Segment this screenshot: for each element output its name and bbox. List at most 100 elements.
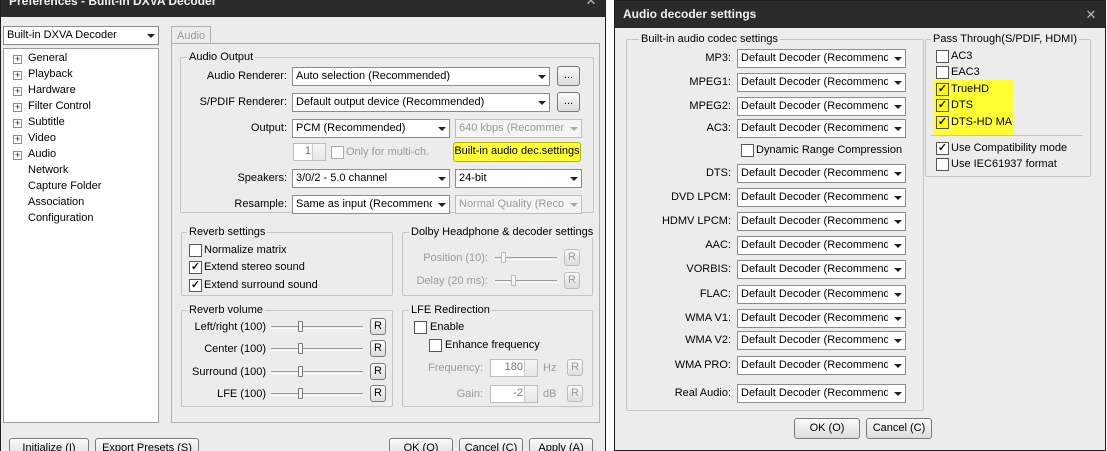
output-select[interactable]: PCM (Recommended) [292, 119, 450, 138]
expand-icon[interactable]: + [13, 55, 22, 64]
codec-label-real-audio: Real Audio: [674, 387, 731, 399]
position-reset-button[interactable]: R [564, 249, 580, 266]
tree-item-association[interactable]: Association [28, 196, 84, 208]
multich-spinner[interactable]: 1 [293, 143, 326, 161]
volume-surround-reset-button[interactable]: R [370, 363, 386, 380]
delay-label: Delay (20 ms): [416, 275, 488, 287]
quality-select[interactable]: Normal Quality (Reco [455, 195, 582, 214]
expand-icon[interactable]: + [13, 71, 22, 80]
iec-format-checkbox[interactable] [936, 158, 949, 171]
tab-audio[interactable]: Audio [171, 26, 212, 44]
codec-decoder-select-dvd-lpcm[interactable]: Default Decoder (Recommende [737, 188, 906, 207]
codec-decoder-select-real-audio[interactable]: Default Decoder (Recommende [737, 384, 906, 403]
volume-surround-slider[interactable] [271, 371, 363, 374]
codec-decoder-select-ac3[interactable]: Default Decoder (Recommende [737, 119, 906, 138]
bit-depth-select[interactable]: 24-bit [455, 169, 582, 188]
expand-icon[interactable]: + [13, 151, 22, 160]
export-presets-button[interactable]: Export Presets (S) [95, 438, 199, 451]
tree-item-video[interactable]: Video [28, 132, 56, 144]
tree-item-audio[interactable]: Audio [28, 148, 56, 160]
chevron-down-icon [890, 357, 905, 374]
volume-left-right-thumb[interactable] [298, 321, 303, 332]
speakers-select[interactable]: 3/0/2 - 5.0 channel [292, 169, 450, 188]
codec-label-aac: AAC: [705, 239, 731, 251]
ok-button[interactable]: OK (O) [389, 438, 453, 451]
pt-truehd-checkbox[interactable] [936, 83, 949, 96]
volume-center-reset-button[interactable]: R [370, 340, 386, 357]
drc-checkbox[interactable] [741, 144, 754, 157]
tree-item-general[interactable]: General [28, 52, 67, 64]
codec-decoder-select-wma-v2[interactable]: Default Decoder (Recommende [737, 331, 906, 350]
close-icon[interactable] [1085, 9, 1097, 21]
audio-decoder-window: Audio decoder settings Built-in audio co… [614, 0, 1106, 451]
volume-left-right-slider[interactable] [271, 326, 363, 329]
delay-slider-thumb[interactable] [511, 275, 516, 286]
codec-decoder-select-dts[interactable]: Default Decoder (Recommende [737, 164, 906, 183]
volume-center-label: Center (100) [204, 343, 266, 355]
normalize-matrix-checkbox[interactable] [189, 244, 202, 257]
codec-decoder-select-mpeg1[interactable]: Default Decoder (Recommende [737, 73, 906, 92]
extend-stereo-checkbox[interactable] [189, 261, 202, 274]
resample-label: Resample: [234, 198, 287, 210]
volume-lfe-reset-button[interactable]: R [370, 385, 386, 402]
pt-dts-checkbox[interactable] [936, 99, 949, 112]
bitrate-select[interactable]: 640 kbps (Recommen [455, 119, 582, 138]
volume-left-right-reset-button[interactable]: R [370, 318, 386, 335]
lfe-enable-checkbox[interactable] [414, 321, 427, 334]
enhance-frequency-checkbox[interactable] [429, 339, 442, 352]
codec-decoder-select-aac[interactable]: Default Decoder (Recommende [737, 236, 906, 255]
apply-button[interactable]: Apply (A) [529, 438, 593, 451]
gain-reset-button[interactable]: R [567, 385, 583, 402]
expand-icon[interactable]: + [13, 87, 22, 96]
builtin-audio-settings-button[interactable]: Built-in audio dec.settings [453, 142, 581, 162]
volume-lfe-slider[interactable] [271, 393, 363, 396]
decoder-cancel-button[interactable]: Cancel (C) [866, 418, 932, 439]
decoder-ok-button[interactable]: OK (O) [794, 418, 860, 439]
lfe-title: LFE Redirection [409, 304, 492, 316]
codec-decoder-select-mpeg2[interactable]: Default Decoder (Recommende [737, 97, 906, 116]
expand-icon[interactable]: + [13, 135, 22, 144]
tree-item-configuration[interactable]: Configuration [28, 212, 93, 224]
codec-decoder-select-mp3[interactable]: Default Decoder (Recommende [737, 49, 906, 68]
pt-dtshd-checkbox[interactable] [936, 116, 949, 129]
preferences-title-bar: Preferences - Built-in DXVA Decoder [1, 0, 605, 17]
close-icon[interactable] [585, 0, 597, 7]
spdif-renderer-select[interactable]: Default output device (Recommended) [292, 93, 550, 112]
volume-center-slider[interactable] [271, 348, 363, 351]
volume-center-thumb[interactable] [298, 343, 303, 354]
expand-icon[interactable]: + [13, 119, 22, 128]
compat-mode-checkbox[interactable] [936, 142, 949, 155]
codec-decoder-select-wma-v1[interactable]: Default Decoder (Recommende [737, 309, 906, 328]
pt-ac3-checkbox[interactable] [936, 50, 949, 63]
codec-decoder-select-wma-pro[interactable]: Default Decoder (Recommende [737, 356, 906, 375]
only-multich-checkbox[interactable] [331, 146, 344, 159]
tree-item-network[interactable]: Network [28, 164, 68, 176]
codec-decoder-select-hdmv-lpcm[interactable]: Default Decoder (Recommende [737, 212, 906, 231]
audio-renderer-browse-button[interactable]: ... [557, 66, 580, 86]
position-slider-thumb[interactable] [501, 252, 506, 263]
codec-decoder-select-flac[interactable]: Default Decoder (Recommende [737, 285, 906, 304]
delay-reset-button[interactable]: R [564, 272, 580, 289]
volume-surround-thumb[interactable] [298, 366, 303, 377]
cancel-button[interactable]: Cancel (C) [459, 438, 523, 451]
reverb-volume-title: Reverb volume [187, 304, 265, 316]
extend-surround-checkbox[interactable] [189, 279, 202, 292]
gain-spinner[interactable]: -2 [490, 385, 538, 403]
tree-item-subtitle[interactable]: Subtitle [28, 116, 65, 128]
pt-eac3-checkbox[interactable] [936, 66, 949, 79]
frequency-reset-button[interactable]: R [567, 359, 583, 376]
decoder-select[interactable]: Built-in DXVA Decoder [3, 26, 159, 45]
tree-item-capture-folder[interactable]: Capture Folder [28, 180, 101, 192]
codec-decoder-select-vorbis[interactable]: Default Decoder (Recommende [737, 260, 906, 279]
expand-icon[interactable]: + [13, 103, 22, 112]
delay-slider[interactable] [495, 280, 557, 283]
tree-item-hardware[interactable]: Hardware [28, 84, 76, 96]
resample-select[interactable]: Same as input (Recommende [292, 195, 450, 214]
tree-item-playback[interactable]: Playback [28, 68, 73, 80]
spdif-renderer-browse-button[interactable]: ... [557, 92, 580, 112]
initialize-button[interactable]: Initialize (I) [9, 438, 89, 451]
frequency-spinner[interactable]: 180 [490, 359, 538, 377]
tree-item-filter-control[interactable]: Filter Control [28, 100, 91, 112]
volume-lfe-thumb[interactable] [298, 388, 303, 399]
audio-renderer-select[interactable]: Auto selection (Recommended) [292, 67, 550, 86]
